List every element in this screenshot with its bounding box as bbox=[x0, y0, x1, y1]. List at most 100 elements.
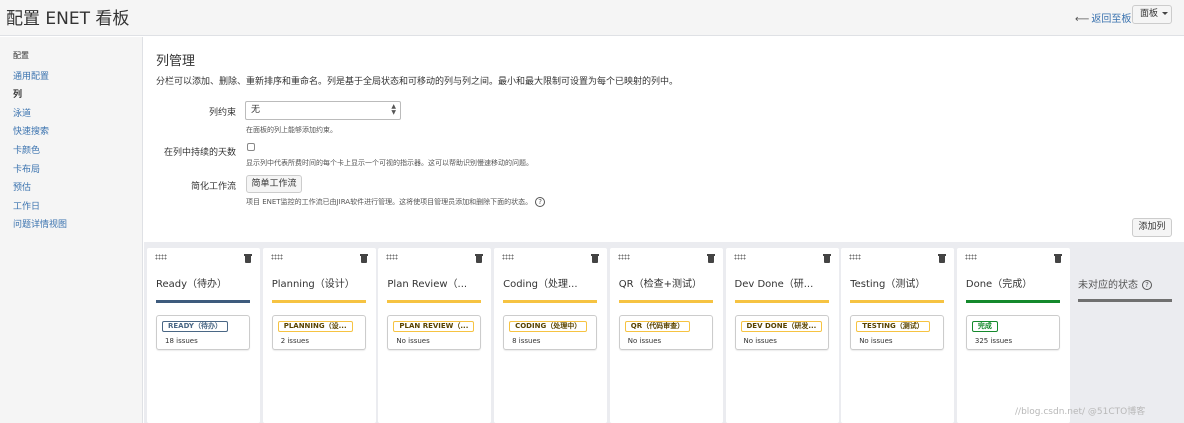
board-column[interactable]: Coding（处理... CODING（处理中） 8 issues bbox=[494, 248, 608, 423]
board-dropdown-button[interactable]: 面板 bbox=[1132, 5, 1172, 24]
drag-handle-icon[interactable] bbox=[849, 254, 862, 260]
status-lozenge: DEV DONE（研发... bbox=[740, 321, 823, 332]
column-name[interactable]: Ready（待办） bbox=[156, 275, 256, 290]
trash-icon[interactable] bbox=[359, 253, 368, 263]
simplified-workflow-button[interactable]: 简单工作流 bbox=[246, 175, 302, 193]
sidebar-item-issue-detail-view[interactable]: 问题详情视图 bbox=[13, 217, 67, 230]
sidebar-item-columns[interactable]: 列 bbox=[13, 87, 22, 100]
status-card[interactable]: DEV DONE（研发... No issues bbox=[734, 315, 829, 350]
issue-count: 8 issues bbox=[512, 337, 541, 345]
issue-count: No issues bbox=[859, 337, 893, 345]
column-name[interactable]: Coding（处理... bbox=[503, 275, 603, 290]
sidebar-item-working-days[interactable]: 工作日 bbox=[13, 199, 40, 212]
status-lozenge: TESTING（测试） bbox=[856, 321, 930, 332]
column-name[interactable]: Done（完成） bbox=[966, 275, 1066, 290]
back-to-board-label: 返回至板 bbox=[1091, 14, 1132, 25]
drag-handle-icon[interactable] bbox=[964, 254, 977, 260]
column-color-bar bbox=[271, 300, 366, 303]
trash-icon[interactable] bbox=[706, 253, 715, 263]
trash-icon[interactable] bbox=[591, 253, 600, 263]
status-card[interactable]: QR（代码审查） No issues bbox=[618, 315, 713, 350]
column-constraint-value: 无 bbox=[251, 105, 261, 115]
column-constraint-help: 在面板的列上能够添加约束。 bbox=[246, 126, 337, 134]
status-lozenge: 完成 bbox=[971, 321, 998, 332]
status-card[interactable]: 完成 325 issues bbox=[965, 315, 1060, 350]
board-column[interactable]: QR（检查+测试） QR（代码审查） No issues bbox=[609, 248, 723, 423]
status-lozenge: CODING（处理中） bbox=[509, 321, 588, 332]
board-column[interactable]: Ready（待办） READY（待办） 18 issues bbox=[147, 248, 260, 423]
column-color-bar bbox=[965, 300, 1060, 303]
board-column[interactable]: Plan Review（... PLAN REVIEW（... No issues bbox=[378, 248, 492, 423]
drag-handle-icon[interactable] bbox=[270, 254, 283, 260]
column-constraint-label: 列约束 bbox=[208, 108, 236, 118]
add-column-button[interactable]: 添加列 bbox=[1132, 218, 1172, 237]
help-icon[interactable]: ? bbox=[535, 197, 546, 207]
column-color-bar bbox=[734, 300, 829, 303]
days-in-column-checkbox[interactable] bbox=[247, 143, 255, 151]
trash-icon[interactable] bbox=[938, 253, 947, 263]
sidebar-item-quick-filters[interactable]: 快速搜索 bbox=[13, 124, 49, 137]
drag-handle-icon[interactable] bbox=[155, 254, 167, 260]
drag-handle-icon[interactable] bbox=[502, 254, 515, 260]
status-card[interactable]: TESTING（测试） No issues bbox=[850, 315, 945, 350]
board-column[interactable]: Testing（测试） TESTING（测试） No issues bbox=[841, 248, 955, 423]
trash-icon[interactable] bbox=[475, 253, 484, 263]
column-color-bar bbox=[387, 300, 482, 303]
unmapped-help-icon[interactable]: ? bbox=[1142, 280, 1152, 290]
status-card[interactable]: CODING（处理中） 8 issues bbox=[503, 315, 598, 350]
column-name[interactable]: Testing（测试） bbox=[850, 275, 950, 290]
back-arrow-icon: ⟵ bbox=[1075, 14, 1090, 25]
back-to-board-link[interactable]: ⟵ 返回至板 bbox=[1075, 10, 1131, 25]
status-card[interactable]: PLAN REVIEW（... No issues bbox=[387, 315, 482, 350]
issue-count: No issues bbox=[743, 337, 777, 345]
column-name[interactable]: QR（检查+测试） bbox=[619, 275, 719, 290]
issue-count: No issues bbox=[627, 337, 662, 345]
board-column[interactable]: Dev Done（研... DEV DONE（研发... No issues bbox=[725, 248, 839, 423]
status-lozenge: PLANNING（设... bbox=[277, 321, 353, 332]
status-card[interactable]: PLANNING（设... 2 issues bbox=[271, 315, 366, 350]
board-column[interactable]: Planning（设计） PLANNING（设... 2 issues bbox=[262, 248, 376, 423]
sidebar-item-card-colors[interactable]: 卡颜色 bbox=[13, 143, 40, 156]
issue-count: 2 issues bbox=[280, 337, 309, 345]
board-dropdown-label: 面板 bbox=[1140, 9, 1159, 19]
sidebar-item-estimation[interactable]: 预估 bbox=[13, 180, 31, 193]
simplified-workflow-label: 简化工作流 bbox=[190, 182, 236, 192]
board-column[interactable]: Done（完成） 完成 325 issues bbox=[956, 248, 1070, 423]
sidebar-heading: 配置 bbox=[13, 51, 29, 60]
watermark: //blog.csdn.net/ @51CTO博客 bbox=[1015, 407, 1146, 417]
column-name[interactable]: Dev Done（研... bbox=[735, 275, 835, 290]
issue-count: No issues bbox=[396, 337, 430, 345]
issue-count: 325 issues bbox=[974, 337, 1013, 345]
status-lozenge: READY（待办） bbox=[162, 321, 228, 332]
column-color-bar bbox=[156, 300, 250, 303]
sidebar-item-general[interactable]: 通用配置 bbox=[13, 69, 49, 82]
config-sidebar: 配置 通用配置 列 泳道 快速搜索 卡颜色 卡布局 预估 工作日 问题详情视图 bbox=[0, 37, 143, 423]
drag-handle-icon[interactable] bbox=[386, 254, 399, 260]
status-lozenge: QR（代码审查） bbox=[624, 321, 691, 332]
drag-handle-icon[interactable] bbox=[617, 254, 630, 260]
trash-icon[interactable] bbox=[1053, 253, 1062, 263]
trash-icon[interactable] bbox=[244, 253, 252, 263]
sidebar-item-card-layout[interactable]: 卡布局 bbox=[13, 162, 40, 175]
unmapped-color-bar bbox=[1078, 299, 1172, 302]
unmapped-statuses-label: 未对应的状态 bbox=[1078, 280, 1138, 291]
drag-handle-icon[interactable] bbox=[733, 254, 746, 260]
sidebar-item-swimlanes[interactable]: 泳道 bbox=[13, 106, 31, 119]
column-color-bar bbox=[618, 300, 713, 303]
page-title: 配置 ENET 看板 bbox=[6, 9, 130, 29]
select-arrows-icon: ▲ ▼ bbox=[391, 103, 396, 116]
section-description: 分栏可以添加、删除、重新排序和重命名。列是基于全局状态和可移动的列与列之间。最小… bbox=[156, 77, 679, 87]
status-lozenge: PLAN REVIEW（... bbox=[393, 321, 475, 332]
status-card[interactable]: READY（待办） 18 issues bbox=[156, 315, 250, 350]
column-name[interactable]: Planning（设计） bbox=[272, 275, 372, 290]
column-constraint-select[interactable]: 无 ▲ ▼ bbox=[245, 101, 401, 120]
trash-icon[interactable] bbox=[822, 253, 831, 263]
header-bar: 配置 ENET 看板 ⟵ 返回至板 面板 bbox=[0, 0, 1184, 36]
column-name[interactable]: Plan Review（... bbox=[387, 275, 487, 290]
column-color-bar bbox=[503, 300, 598, 303]
issue-count: 18 issues bbox=[165, 337, 198, 345]
chevron-down-icon bbox=[1162, 12, 1169, 15]
unmapped-statuses-heading: 未对应的状态? bbox=[1078, 276, 1152, 291]
days-in-column-help: 显示列中代表所费时间的每个卡上显示一个可视的指示器。这可以帮助识别慢速移动的问题… bbox=[246, 159, 533, 167]
column-color-bar bbox=[850, 300, 945, 303]
